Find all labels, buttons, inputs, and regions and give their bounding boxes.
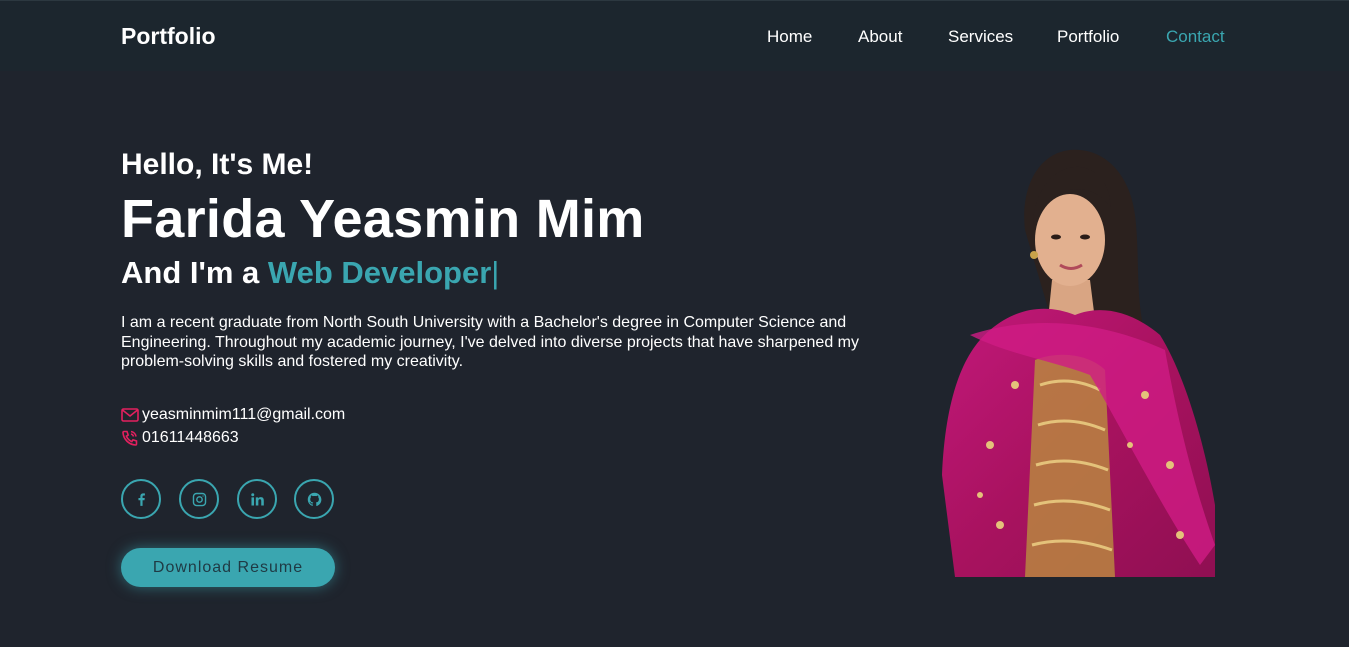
- download-resume-button[interactable]: Download Resume: [121, 548, 335, 587]
- phone-text: 01611448663: [142, 429, 239, 446]
- linkedin-icon: [250, 492, 264, 506]
- typing-cursor: |: [491, 255, 500, 290]
- github-link[interactable]: [294, 479, 334, 519]
- contact-email[interactable]: yeasminmim111@gmail.com: [121, 405, 345, 425]
- hero-section: Hello, It's Me! Farida Yeasmin Mim And I…: [121, 0, 911, 647]
- social-links: [121, 479, 361, 519]
- github-icon: [307, 492, 321, 506]
- profile-photo: [930, 145, 1230, 580]
- instagram-icon: [192, 492, 206, 506]
- contact-phone[interactable]: 01611448663: [121, 428, 239, 448]
- facebook-link[interactable]: [121, 479, 161, 519]
- nav-contact[interactable]: Contact: [1166, 27, 1225, 47]
- hero-name: Farida Yeasmin Mim: [121, 189, 645, 249]
- nav-portfolio[interactable]: Portfolio: [1057, 27, 1119, 47]
- role-highlight: Web Developer: [267, 255, 492, 290]
- hero-bio: I am a recent graduate from North South …: [121, 314, 859, 370]
- role-prefix: And I'm a: [121, 255, 260, 290]
- facebook-icon: [137, 492, 145, 506]
- envelope-icon: [121, 408, 139, 422]
- phone-icon: [122, 430, 138, 446]
- instagram-link[interactable]: [179, 479, 219, 519]
- greeting: Hello, It's Me!: [121, 148, 314, 181]
- email-text: yeasminmim111@gmail.com: [142, 406, 346, 423]
- nav-services[interactable]: Services: [948, 27, 1013, 47]
- linkedin-link[interactable]: [237, 479, 277, 519]
- hero-role: And I'm a Web Developer|: [121, 255, 499, 291]
